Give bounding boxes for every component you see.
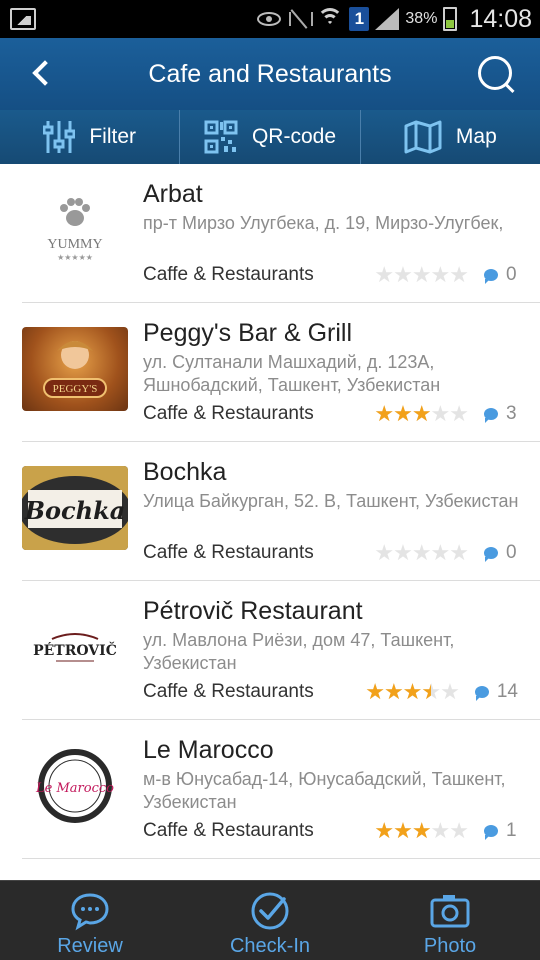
le-marocco-logo: Le Marocco — [22, 744, 128, 828]
clock: 14:08 — [469, 4, 532, 33]
battery-percent: 38% — [405, 10, 438, 27]
place-address: ул. Султанали Машхадий, д. 123А, Яшнобад… — [143, 352, 441, 395]
filter-button[interactable]: Filter — [0, 110, 181, 164]
place-name: Le Marocco — [143, 736, 274, 764]
place-address: ул. Мавлона Риёзи, дом 47, Ташкент, Узбе… — [143, 630, 455, 673]
place-category: Caffe & Restaurants — [143, 820, 314, 841]
le-marocco-logo-text: Le Marocco — [35, 781, 114, 796]
place-address: пр-т Мирзо Улугбека, д. 19, Мирзо-Улугбе… — [143, 213, 504, 233]
mute-icon — [287, 9, 314, 29]
place-name: Peggy's Bar & Grill — [143, 319, 353, 347]
star-rating-fill: ★★★★★ — [374, 820, 431, 842]
review-button[interactable]: Review — [0, 881, 180, 960]
comment-count: 0 — [506, 264, 517, 285]
notification-count-badge: 1 — [349, 7, 370, 31]
photo-label: Photo — [423, 935, 477, 957]
filter-label: Filter — [89, 125, 136, 148]
list-item[interactable]: Bochka Bochka Улица Байкурган, 52. В, Та… — [22, 442, 540, 581]
back-arrow-icon[interactable] — [28, 56, 64, 92]
star-rating: ★★★★★★★★★★ — [374, 818, 469, 843]
comment-icon — [484, 269, 498, 284]
qr-code-icon — [204, 120, 238, 154]
comment-count: 1 — [506, 820, 517, 841]
star-rating: ★★★★★★★★★★ — [374, 262, 469, 287]
place-name: Bochka — [143, 458, 227, 486]
status-bar: 1 38% 14:08 — [0, 0, 540, 38]
bochka-logo-text: Bochka — [24, 496, 126, 525]
map-label: Map — [455, 125, 497, 148]
eye-icon — [257, 12, 282, 26]
map-icon — [404, 120, 442, 154]
bochka-logo: Bochka — [22, 466, 128, 550]
signal-icon — [375, 8, 400, 30]
camera-icon — [430, 895, 470, 928]
review-label: Review — [57, 935, 123, 957]
list-item[interactable]: Le Marocco Le Marocco м-в Юнусабад-14, Ю… — [22, 720, 540, 859]
place-address: м-в Юнусабад-14, Юнусабадский, Ташкент, … — [143, 769, 506, 812]
star-rating: ★★★★★★★★★★ — [365, 679, 460, 704]
comment-icon — [474, 686, 489, 701]
place-name: Pétrovič Restaurant — [143, 597, 363, 625]
filter-sliders-icon — [43, 121, 76, 153]
star-rating: ★★★★★★★★★★ — [374, 401, 469, 426]
gallery-notification-icon — [10, 8, 36, 30]
comment-count: 14 — [496, 681, 518, 702]
place-category: Caffe & Restaurants — [143, 403, 314, 424]
qr-code-button[interactable]: QR-code — [180, 110, 361, 164]
yummy-logo: YUMMY ★★★★★ — [22, 188, 128, 272]
search-icon[interactable] — [474, 52, 518, 96]
comment-icon — [484, 408, 498, 423]
app-screen: 1 38% 14:08 Cafe and Restaurants Filter — [0, 0, 540, 960]
toolbar: Filter QR-code Map — [0, 110, 540, 164]
comment-icon — [484, 547, 498, 562]
status-icons: 1 38% 14:08 — [257, 0, 532, 38]
comment-icon — [484, 825, 498, 840]
place-name: Arbat — [143, 180, 203, 208]
list-item[interactable]: PÉTROVIČ Pétrovič Restaurant ул. Мавлона… — [22, 581, 540, 720]
rating: ★★★★★★★★★★ 0 — [374, 264, 518, 286]
map-button[interactable]: Map — [361, 110, 540, 164]
rating: ★★★★★★★★★★ 14 — [365, 681, 518, 703]
list-item[interactable]: PEGGY'S Peggy's Bar & Grill ул. Султанал… — [22, 303, 540, 442]
wifi-icon — [317, 8, 344, 30]
app-header: Cafe and Restaurants — [0, 38, 540, 110]
place-category: Caffe & Restaurants — [143, 681, 314, 702]
review-chat-icon — [71, 893, 109, 931]
petrovic-logo-text: PÉTROVIČ — [33, 641, 117, 659]
comment-count: 0 — [506, 542, 517, 563]
battery-icon — [443, 7, 458, 31]
photo-button[interactable]: Photo — [360, 881, 540, 960]
check-in-icon — [251, 892, 289, 930]
place-category: Caffe & Restaurants — [143, 542, 314, 563]
star-rating-fill: ★★★★★ — [374, 403, 431, 425]
peggys-logo-text: PEGGY'S — [53, 383, 98, 395]
check-in-button[interactable]: Check-In — [180, 881, 360, 960]
rating: ★★★★★★★★★★ 3 — [374, 403, 518, 425]
star-rating: ★★★★★★★★★★ — [374, 540, 469, 565]
rating: ★★★★★★★★★★ 1 — [374, 820, 518, 842]
svg-text:★★★★★: ★★★★★ — [57, 253, 93, 262]
comment-count: 3 — [506, 403, 517, 424]
qr-code-label: QR-code — [251, 125, 336, 148]
page-title: Cafe and Restaurants — [148, 60, 392, 88]
peggys-logo: PEGGY'S — [22, 327, 128, 411]
places-list: YUMMY ★★★★★ Arbat пр-т Мирзо Улугбека, д… — [0, 164, 540, 880]
list-item[interactable]: YUMMY ★★★★★ Arbat пр-т Мирзо Улугбека, д… — [22, 164, 540, 303]
yummy-logo-text: YUMMY — [47, 237, 102, 252]
place-address: Улица Байкурган, 52. В, Ташкент, Узбекис… — [143, 491, 519, 511]
star-rating-fill: ★★★★★ — [365, 681, 431, 703]
place-category: Caffe & Restaurants — [143, 264, 314, 285]
check-in-label: Check-In — [229, 935, 311, 957]
bottom-nav: Review Check-In Photo — [0, 880, 540, 960]
rating: ★★★★★★★★★★ 0 — [374, 542, 518, 564]
petrovic-logo: PÉTROVIČ — [22, 605, 128, 689]
